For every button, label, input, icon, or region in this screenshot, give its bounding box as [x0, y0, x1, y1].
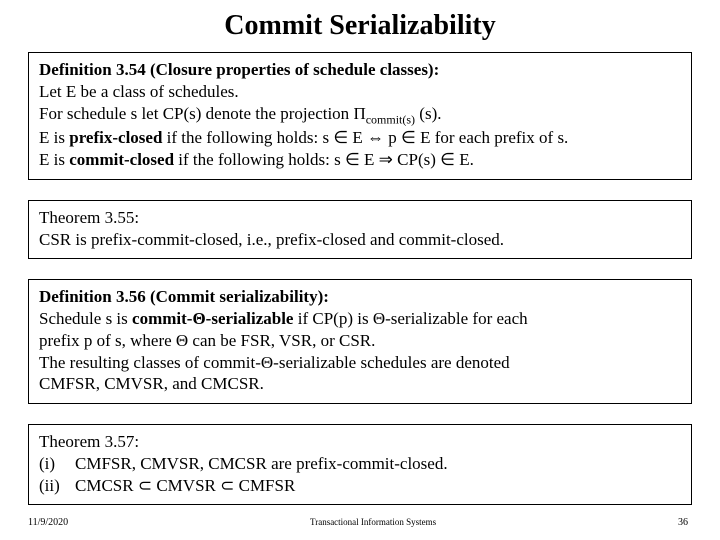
thm-3-57-heading: Theorem 3.57: [39, 431, 681, 453]
thm-3-55-body: CSR is prefix-commit-closed, i.e., prefi… [39, 229, 681, 251]
definition-box-3-56: Definition 3.56 (Commit serializability)… [28, 279, 692, 404]
theorem-box-3-55: Theorem 3.55: CSR is prefix-commit-close… [28, 200, 692, 260]
def-3-56-line3: prefix p of s, where Θ can be FSR, VSR, … [39, 330, 681, 352]
definition-box-3-54: Definition 3.54 (Closure properties of s… [28, 52, 692, 180]
def-3-54-line2: Let E be a class of schedules. [39, 81, 681, 103]
slide-container: Commit Serializability Definition 3.54 (… [0, 0, 720, 540]
def-3-56-line5: CMFSR, CMVSR, and CMCSR. [39, 373, 681, 395]
def-3-54-line5: E is commit-closed if the following hold… [39, 149, 681, 171]
thm-3-57-item-2: (ii)CMCSR ⊂ CMVSR ⊂ CMFSR [39, 475, 681, 497]
thm-3-57-item-1: (i)CMFSR, CMVSR, CMCSR are prefix-commit… [39, 453, 681, 475]
footer-date: 11/9/2020 [28, 517, 68, 528]
def-3-54-line3: For schedule s let CP(s) denote the proj… [39, 103, 681, 128]
def-3-56-line2: Schedule s is commit-Θ-serializable if C… [39, 308, 681, 330]
theorem-box-3-57: Theorem 3.57: (i)CMFSR, CMVSR, CMCSR are… [28, 424, 692, 505]
page-title: Commit Serializability [28, 10, 692, 42]
def-3-56-heading: Definition 3.56 (Commit serializability)… [39, 286, 681, 308]
def-3-56-line4: The resulting classes of commit-Θ-serial… [39, 352, 681, 374]
slide-footer: 11/9/2020 Transactional Information Syst… [28, 517, 688, 528]
footer-page-number: 36 [678, 517, 688, 528]
footer-title: Transactional Information Systems [68, 517, 678, 527]
thm-3-55-heading: Theorem 3.55: [39, 207, 681, 229]
def-3-54-heading: Definition 3.54 (Closure properties of s… [39, 59, 681, 81]
def-3-54-line4: E is prefix-closed if the following hold… [39, 127, 681, 149]
